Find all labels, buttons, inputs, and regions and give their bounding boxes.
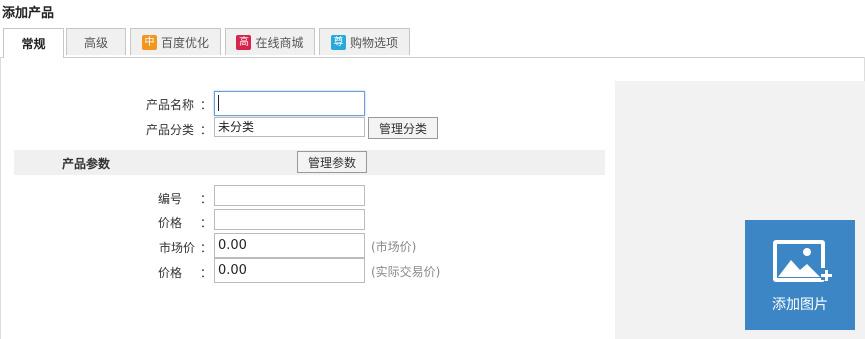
tab-badge: 中 (141, 34, 157, 50)
colon: ： (200, 241, 213, 255)
product-name-label: 产品名称 (145, 98, 194, 112)
colon: ： (200, 123, 213, 137)
tab-baidu-seo[interactable]: 中 百度优化 (130, 28, 221, 55)
text-cursor (218, 95, 219, 111)
tab-advanced[interactable]: 高级 (66, 28, 126, 55)
product-name-input[interactable] (214, 91, 365, 116)
page-title: 添加产品 (2, 6, 55, 21)
market-price-hint: (市场价) (371, 240, 417, 254)
tab-label: 百度优化 (160, 35, 209, 50)
price-input[interactable] (214, 209, 365, 230)
colon: ： (200, 192, 213, 206)
price-label: 价格 (157, 216, 182, 230)
real-price-hint: (实际交易价) (371, 265, 441, 279)
product-category-select[interactable]: 未分类 (214, 117, 365, 137)
tab-label: 在线商城 (255, 35, 304, 50)
market-price-label: 市场价 (158, 241, 195, 255)
tab-badge: 高 (236, 34, 252, 50)
code-input[interactable] (214, 185, 365, 206)
manage-category-button[interactable]: 管理分类 (368, 117, 438, 139)
tab-shopping-options[interactable]: 尊 购物选项 (319, 28, 410, 55)
tab-general[interactable]: 常规 (3, 28, 64, 58)
tab-label: 常规 (21, 37, 46, 51)
real-price-input[interactable]: 0.00 (214, 258, 365, 283)
colon: ： (200, 216, 213, 230)
tab-badge: 尊 (330, 34, 346, 50)
params-section-title: 产品参数 (62, 157, 111, 171)
market-price-input[interactable]: 0.00 (214, 233, 365, 258)
code-label: 编号 (157, 192, 182, 206)
tab-label: 高级 (83, 35, 108, 50)
manage-params-button[interactable]: 管理参数 (297, 151, 367, 173)
add-image-button[interactable]: 添加图片 (745, 220, 855, 330)
add-image-icon (773, 240, 833, 282)
tab-online-shop[interactable]: 高 在线商城 (225, 28, 315, 55)
tab-label: 购物选项 (349, 35, 398, 50)
add-image-label: 添加图片 (772, 297, 828, 313)
colon: ： (200, 98, 213, 112)
tab-bar: 常规 高级 中 百度优化 高 在线商城 尊 购物选项 (0, 28, 865, 58)
product-category-label: 产品分类 (145, 123, 194, 137)
real-price-label: 价格 (157, 266, 182, 280)
colon: ： (200, 266, 213, 280)
